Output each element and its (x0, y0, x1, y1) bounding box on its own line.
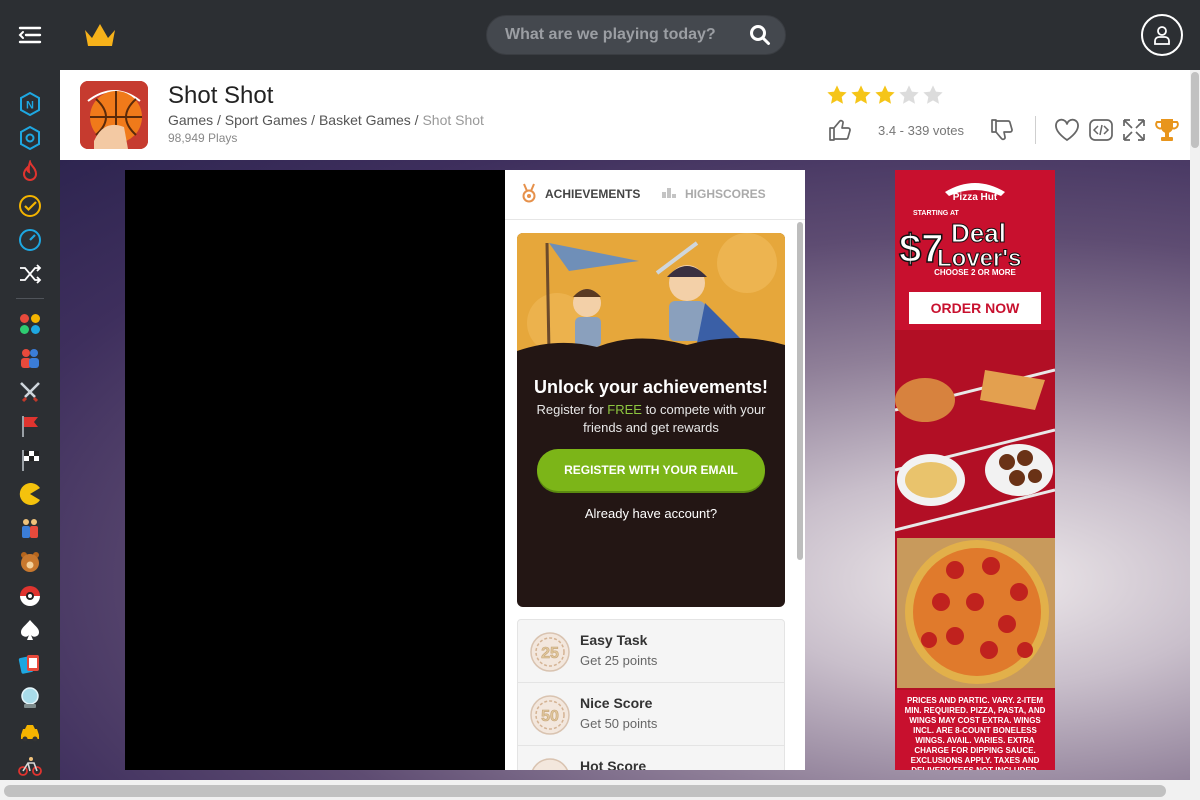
list-item[interactable]: Hot Score (518, 746, 784, 770)
sidebar-divider (16, 298, 44, 299)
new-games-icon[interactable]: N (18, 91, 42, 117)
achievement-badge-label: 25 (541, 645, 559, 662)
people-icon[interactable] (18, 516, 42, 540)
pizza-food-image (895, 330, 1055, 690)
breadcrumb: Games / Sport Games / Basket Games / Sho… (168, 112, 484, 128)
user-account-button[interactable] (1141, 14, 1183, 56)
pokeball-icon[interactable] (18, 584, 42, 608)
breadcrumb-games[interactable]: Games (168, 112, 213, 128)
pacman-icon[interactable] (18, 482, 42, 506)
game-header: Shot Shot Games / Sport Games / Basket G… (60, 70, 1190, 160)
breadcrumb-sport-games[interactable]: Sport Games (225, 112, 307, 128)
horizontal-scrollbar-thumb[interactable] (4, 785, 1166, 797)
star-icon[interactable] (826, 84, 848, 106)
game-title: Shot Shot (168, 82, 274, 109)
ad-headline-1: Deal (951, 218, 1006, 248)
header-divider (1035, 116, 1036, 144)
promo-title: Unlock your achievements! (533, 377, 769, 397)
promo-text-start: Register for (536, 402, 608, 417)
crystal-ball-icon[interactable] (18, 686, 42, 710)
fullscreen-icon[interactable] (1120, 116, 1148, 144)
user-icon (1154, 26, 1170, 45)
red-flag-icon[interactable] (18, 414, 42, 438)
bicycle-icon[interactable] (18, 754, 42, 778)
star-icon[interactable] (850, 84, 872, 106)
free-highlight: FREE (607, 402, 642, 417)
spade-icon[interactable] (18, 618, 42, 642)
game-canvas[interactable] (125, 170, 505, 770)
colored-dots-icon[interactable] (18, 312, 42, 336)
ad-choose-text: CHOOSE 2 OR MORE (934, 268, 1016, 277)
list-item[interactable]: 25 Easy Task Get 25 points (518, 620, 784, 683)
vertical-scrollbar-thumb[interactable] (1191, 72, 1199, 148)
breadcrumb-separator: / (311, 112, 319, 128)
embed-code-icon[interactable] (1087, 116, 1115, 144)
car-icon[interactable] (18, 720, 42, 744)
star-icon[interactable] (922, 84, 944, 106)
search-icon[interactable] (749, 24, 771, 46)
login-link[interactable]: Already have account? (517, 506, 785, 521)
list-item[interactable]: 50 Nice Score Get 50 points (518, 683, 784, 746)
search-input[interactable] (505, 16, 735, 54)
speedometer-icon[interactable] (18, 228, 42, 252)
achievement-name: Easy Task (580, 632, 648, 648)
search-bar (486, 15, 786, 55)
star-icon[interactable] (874, 84, 896, 106)
tab-achievements-label: ACHIEVEMENTS (545, 187, 641, 201)
tab-highscores[interactable]: HIGHSCORES (661, 185, 781, 207)
trophy-icon[interactable] (1153, 116, 1181, 144)
thumbs-up-icon[interactable] (827, 117, 853, 143)
achievement-badge-label: 50 (541, 708, 559, 725)
top-bar (0, 0, 1200, 70)
breadcrumb-separator: / (217, 112, 225, 128)
achievements-promo: Unlock your achievements! Register for F… (517, 233, 785, 607)
achievement-name: Hot Score (580, 758, 647, 770)
achievement-description: Get 25 points (580, 653, 658, 668)
tab-highscores-label: HIGHSCORES (685, 187, 766, 201)
playing-cards-icon[interactable] (18, 652, 42, 676)
teddy-bear-icon[interactable] (18, 550, 42, 574)
shuffle-icon[interactable] (18, 262, 42, 286)
breadcrumb-current: Shot Shot (422, 112, 484, 128)
checkered-flag-icon[interactable] (18, 448, 42, 472)
order-now-button[interactable]: ORDER NOW (909, 292, 1041, 324)
play-count: 98,949 Plays (168, 131, 238, 145)
panel-tabs: ACHIEVEMENTS HIGHSCORES (505, 170, 805, 220)
knights-illustration (517, 233, 785, 373)
achievement-name: Nice Score (580, 695, 653, 711)
pizza-hut-logo: Pizza Hut (941, 178, 1009, 204)
checkmark-icon[interactable] (18, 194, 42, 218)
advertisement-banner[interactable]: Pizza Hut STARTING AT $7 Deal Lover's CH… (895, 170, 1055, 770)
achievement-badge-icon: 25 (530, 632, 570, 672)
ad-disclaimer: PRICES AND PARTIC. VARY. 2-ITEM MIN. REQ… (904, 696, 1046, 770)
achievement-badge-icon (530, 758, 570, 770)
star-rating[interactable] (826, 84, 946, 108)
achievement-description: Get 50 points (580, 716, 658, 731)
achievement-badge-icon: 50 (530, 695, 570, 735)
hexagon-icon[interactable] (18, 125, 42, 151)
crown-logo-icon[interactable] (82, 20, 118, 50)
register-email-button[interactable]: REGISTER WITH YOUR EMAIL (537, 449, 765, 491)
hot-flame-icon[interactable] (18, 158, 42, 184)
star-icon[interactable] (898, 84, 920, 106)
hamburger-menu-icon[interactable] (18, 23, 42, 47)
ad-brand: Pizza Hut (953, 192, 998, 203)
crossed-swords-icon[interactable] (18, 380, 42, 404)
svg-text:N: N (26, 100, 34, 112)
heart-icon[interactable] (1053, 116, 1081, 144)
medal-icon (521, 183, 537, 203)
podium-icon (661, 183, 677, 203)
panel-scrollbar[interactable] (797, 222, 803, 560)
two-player-icon[interactable] (18, 346, 42, 370)
vote-summary: 3.4 - 339 votes (878, 123, 964, 138)
achievements-panel: ACHIEVEMENTS HIGHSCORES Unlock your achi… (505, 170, 805, 770)
tab-achievements[interactable]: ACHIEVEMENTS (521, 183, 651, 207)
vertical-scrollbar-track[interactable] (1190, 70, 1200, 780)
breadcrumb-basket-games[interactable]: Basket Games (319, 112, 411, 128)
game-thumbnail[interactable] (80, 81, 148, 149)
thumbs-down-icon[interactable] (989, 117, 1015, 143)
promo-description: Register for FREE to compete with your f… (531, 401, 771, 437)
category-sidebar: N (0, 70, 60, 800)
achievements-list: 25 Easy Task Get 25 points 50 Nice Score… (517, 619, 785, 770)
